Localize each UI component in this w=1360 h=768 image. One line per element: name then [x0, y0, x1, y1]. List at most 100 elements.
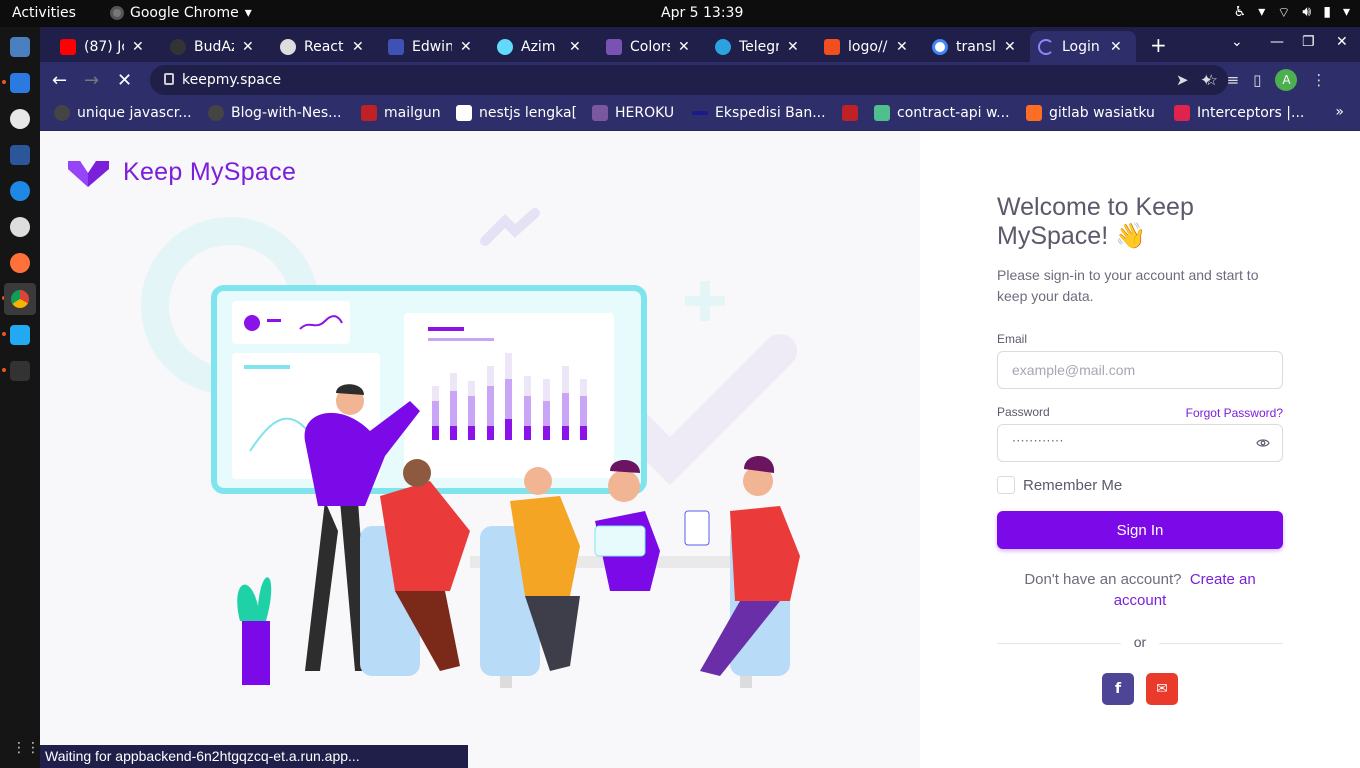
- close-icon[interactable]: ✕: [787, 39, 799, 55]
- new-tab-button[interactable]: +: [1150, 33, 1167, 57]
- bookmark-label: Ekspedisi Ban...: [715, 105, 826, 121]
- tab-active[interactable]: Login ✕: [1030, 31, 1136, 62]
- minimize-icon[interactable]: —: [1270, 34, 1284, 50]
- tab[interactable]: logo// ✕: [816, 31, 928, 62]
- bookmarks-bar: unique javascr... Blog-with-Nes... mailg…: [40, 98, 1360, 131]
- tab[interactable]: Telegr ✕: [707, 31, 819, 62]
- gmail-login-button[interactable]: ✉: [1146, 673, 1178, 705]
- files-icon[interactable]: [10, 37, 30, 57]
- close-icon[interactable]: ✕: [132, 39, 144, 55]
- forgot-password-link[interactable]: Forgot Password?: [1186, 406, 1283, 420]
- sign-in-button[interactable]: Sign In: [997, 511, 1283, 549]
- vscode-icon[interactable]: [10, 325, 30, 345]
- back-icon[interactable]: ←: [52, 70, 67, 91]
- media-icon[interactable]: ≡: [1227, 71, 1240, 89]
- lock-icon[interactable]: [164, 73, 174, 85]
- brand[interactable]: Keep MySpace: [68, 158, 296, 187]
- bookmark[interactable]: [842, 105, 865, 121]
- dock: ⋮⋮⋮: [0, 27, 54, 768]
- close-window-icon[interactable]: ✕: [1336, 34, 1348, 50]
- close-icon[interactable]: ✕: [1004, 39, 1016, 55]
- side-panel-icon[interactable]: ▯: [1253, 71, 1261, 89]
- close-icon[interactable]: ✕: [569, 39, 581, 55]
- forward-icon[interactable]: →: [84, 70, 99, 91]
- bookmark[interactable]: nestjs lengka[: [456, 105, 577, 121]
- tab-label: logo//: [848, 38, 888, 55]
- music-icon[interactable]: [10, 109, 30, 129]
- close-icon[interactable]: ✕: [352, 39, 364, 55]
- send-icon[interactable]: ➤: [1176, 71, 1189, 89]
- chrome-dock-item[interactable]: [4, 283, 36, 315]
- volume-icon[interactable]: 🔊︎: [1302, 4, 1311, 22]
- gitlab-icon: [1026, 105, 1042, 121]
- close-icon[interactable]: ✕: [242, 39, 254, 55]
- remember-me[interactable]: Remember Me: [997, 476, 1122, 494]
- menu-icon[interactable]: ⋮: [1311, 71, 1326, 89]
- bookmark[interactable]: Blog-with-Nes...: [208, 105, 341, 121]
- facebook-login-button[interactable]: f: [1102, 673, 1134, 705]
- bookmark-label: HEROKU: [615, 105, 675, 121]
- wifi-icon[interactable]: ⌔: [1277, 4, 1290, 22]
- chevron-down-icon: ▾: [244, 5, 252, 21]
- app-menu[interactable]: Google Chrome ▾: [110, 5, 252, 21]
- finder-icon[interactable]: [10, 73, 30, 93]
- settings-icon[interactable]: [10, 217, 30, 237]
- vue-icon: [874, 105, 890, 121]
- tab-label: Azim: [521, 38, 556, 55]
- tab[interactable]: Edwin ✕: [380, 31, 492, 62]
- extensions-icon[interactable]: ✦: [1200, 71, 1213, 89]
- email-field[interactable]: example@mail.com: [997, 351, 1283, 389]
- bookmark[interactable]: Ekspedisi Ban...: [692, 105, 826, 121]
- tab[interactable]: BudAz ✕: [162, 31, 274, 62]
- tab-label: Login: [1062, 38, 1100, 55]
- word-icon[interactable]: [10, 145, 30, 165]
- battery-icon[interactable]: ▮: [1323, 4, 1331, 22]
- remember-checkbox[interactable]: [997, 476, 1015, 494]
- tab[interactable]: React ✕: [272, 31, 384, 62]
- tab[interactable]: transla ✕: [924, 31, 1036, 62]
- system-tray[interactable]: ♿︎ ▾ ⌔ 🔊︎ ▮ ▾: [1234, 4, 1350, 22]
- globe-icon: [280, 38, 296, 55]
- clock[interactable]: Apr 5 13:39: [661, 5, 743, 21]
- site-icon: [456, 105, 472, 121]
- tab[interactable]: Azim ✕: [489, 31, 601, 62]
- tab[interactable]: Colors ✕: [598, 31, 710, 62]
- close-icon[interactable]: ✕: [460, 39, 472, 55]
- no-account-text: Don't have an account?: [1024, 571, 1182, 588]
- more-bookmarks-icon[interactable]: »: [1335, 104, 1344, 120]
- bookmark[interactable]: Interceptors |...: [1174, 105, 1304, 121]
- close-icon[interactable]: ✕: [1110, 39, 1122, 55]
- bookmark-label: Interceptors |...: [1197, 105, 1305, 121]
- terminal-icon[interactable]: [10, 361, 30, 381]
- stop-icon[interactable]: ✕: [117, 70, 132, 91]
- or-text: or: [1133, 634, 1147, 650]
- bookmark[interactable]: gitlab wasiatku: [1026, 105, 1155, 121]
- eye-icon[interactable]: [1256, 437, 1270, 449]
- app-store-icon[interactable]: [10, 181, 30, 201]
- tab-label: transla: [956, 38, 996, 55]
- bookmark[interactable]: HEROKU: [592, 105, 674, 121]
- bookmark[interactable]: unique javascr...: [54, 105, 192, 121]
- status-bar: Waiting for appbackend-6n2htgqzcq-et.a.r…: [40, 745, 468, 768]
- url-text[interactable]: keepmy.space: [182, 72, 281, 88]
- address-bar[interactable]: keepmy.space ➤ ☆: [150, 65, 1228, 95]
- close-icon[interactable]: ✕: [678, 39, 690, 55]
- figma-icon: [824, 38, 840, 55]
- tab-search-icon[interactable]: ⌄: [1231, 34, 1243, 50]
- bookmark-label: mailgun: [384, 105, 441, 121]
- profile-avatar[interactable]: A: [1275, 69, 1298, 91]
- mailgun-icon: [842, 105, 858, 121]
- tab-label: React: [304, 38, 344, 55]
- site-icon: [388, 38, 404, 55]
- google-icon: [932, 38, 948, 55]
- activities-button[interactable]: Activities: [12, 5, 76, 21]
- maximize-icon[interactable]: ❐: [1302, 34, 1315, 50]
- password-field[interactable]: ············: [997, 424, 1283, 462]
- nestjs-icon: [1174, 105, 1190, 121]
- accessibility-icon[interactable]: ♿︎: [1234, 4, 1247, 22]
- firefox-icon[interactable]: [10, 253, 30, 273]
- bookmark[interactable]: mailgun: [361, 105, 441, 121]
- close-icon[interactable]: ✕: [896, 39, 908, 55]
- tab[interactable]: (87) Jo ✕: [52, 31, 164, 62]
- bookmark[interactable]: contract-api w...: [874, 105, 1010, 121]
